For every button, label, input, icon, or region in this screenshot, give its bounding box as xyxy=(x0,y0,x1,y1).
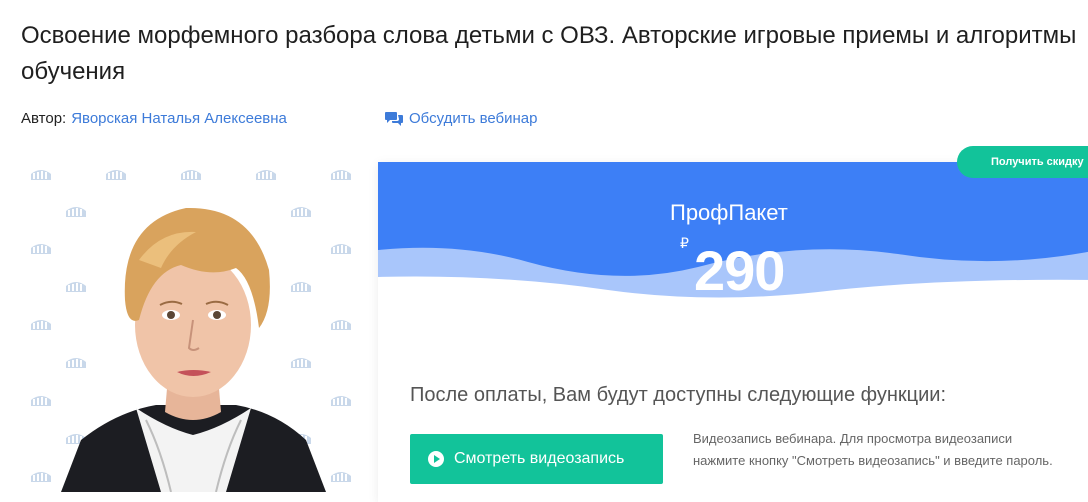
discount-label: Получить скидку xyxy=(991,156,1084,168)
price-currency: ₽ xyxy=(680,235,689,251)
get-discount-button[interactable]: Получить скидку xyxy=(957,146,1088,178)
pricing-card: ПрофПакет ₽ 290 После оплаты, Вам будут … xyxy=(378,162,1088,502)
features-heading: После оплаты, Вам будут доступны следующ… xyxy=(410,384,947,406)
plan-name: ПрофПакет xyxy=(670,200,788,225)
chat-bubbles-icon xyxy=(385,111,403,126)
author-label: Автор: xyxy=(21,109,67,127)
watch-button-label: Смотреть видеозапись xyxy=(454,450,625,467)
discuss-webinar-link[interactable]: Обсудить вебинар xyxy=(385,108,538,128)
discuss-label: Обсудить вебинар xyxy=(409,109,538,127)
watch-recording-button[interactable]: Смотреть видеозапись xyxy=(410,434,663,484)
price-value: 290 xyxy=(694,239,785,302)
author-link[interactable]: Яворская Наталья Алексеевна xyxy=(71,110,287,127)
author-row: Автор: Яворская Наталья Алексеевна xyxy=(21,108,287,128)
author-photo xyxy=(21,150,366,492)
watch-description: Видеозапись вебинара. Для просмотра виде… xyxy=(693,431,1053,468)
play-icon xyxy=(428,451,444,467)
pricing-card-header: ПрофПакет ₽ 290 xyxy=(378,162,1088,302)
page-title: Освоение морфемного разбора слова детьми… xyxy=(21,22,1077,85)
